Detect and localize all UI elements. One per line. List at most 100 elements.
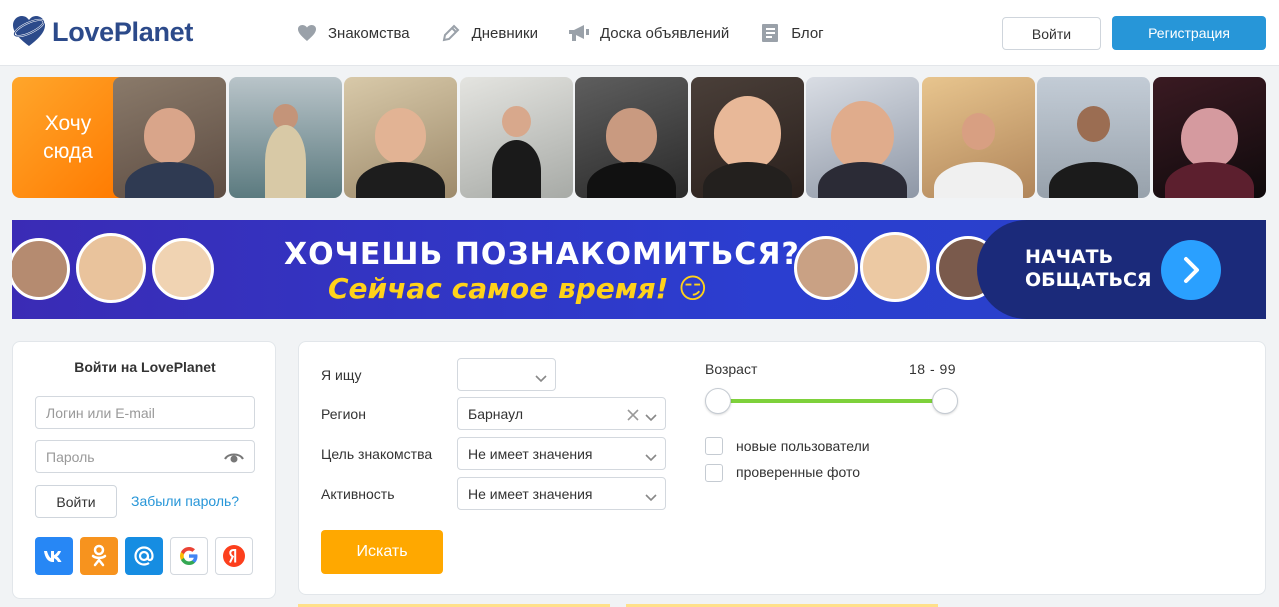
age-label: Возраст	[705, 361, 758, 377]
pencil-icon	[440, 23, 462, 43]
nav-dating-label: Знакомства	[328, 24, 410, 42]
photo-face	[961, 113, 996, 150]
nav-diaries[interactable]: Дневники	[440, 22, 538, 44]
profile-thumb[interactable]	[1037, 77, 1150, 198]
photo-body	[491, 139, 542, 198]
new-users-label: новые пользователи	[736, 438, 870, 454]
chevron-down-icon	[535, 370, 547, 386]
chevron-down-icon	[645, 409, 657, 425]
banner-avatar	[860, 232, 930, 302]
featured-photos-strip: Хочу сюда	[12, 77, 1279, 198]
banner-avatar	[794, 236, 858, 300]
photo-body	[1049, 161, 1138, 198]
ok-login-button[interactable]	[80, 537, 118, 575]
login-submit-button[interactable]: Войти	[35, 485, 117, 518]
mailru-login-button[interactable]	[125, 537, 163, 575]
goal-label: Цель знакомства	[321, 446, 433, 462]
vk-icon	[44, 551, 62, 562]
nav-blog[interactable]: Блог	[759, 22, 824, 44]
profile-thumb[interactable]	[460, 77, 573, 198]
photo-face	[830, 101, 895, 172]
yandex-icon	[223, 545, 245, 567]
region-value: Барнаул	[468, 405, 523, 422]
profile-thumb[interactable]	[806, 77, 919, 198]
search-card: Я ищу Регион Барнаул Цель знакомства Не …	[298, 341, 1266, 595]
logo-text: LovePlanet	[52, 16, 194, 47]
header-login-button[interactable]: Войти	[1002, 17, 1101, 50]
photo-face	[1076, 106, 1111, 143]
want-here-button[interactable]: Хочу сюда	[12, 77, 135, 198]
forgot-password-link[interactable]: Забыли пароль?	[131, 493, 239, 509]
profile-thumb[interactable]	[922, 77, 1035, 198]
yandex-login-button[interactable]	[215, 537, 253, 575]
photo-body	[265, 125, 306, 198]
photo-body	[1165, 161, 1254, 198]
photo-body	[934, 161, 1023, 198]
photo-face	[1181, 108, 1238, 169]
photo-body	[125, 161, 214, 198]
nav-blog-label: Блог	[791, 24, 824, 42]
clear-icon[interactable]	[627, 408, 639, 424]
banner-cta-line2: ОБЩАТЬСЯ	[1025, 269, 1152, 291]
activity-value: Не имеет значения	[468, 485, 593, 502]
google-icon	[180, 547, 198, 565]
profile-thumb[interactable]	[344, 77, 457, 198]
profile-thumb[interactable]	[1153, 77, 1266, 198]
eye-icon[interactable]	[224, 450, 244, 467]
chevron-down-icon	[645, 489, 657, 505]
age-range-track[interactable]	[717, 399, 945, 403]
password-input[interactable]: Пароль	[35, 440, 255, 473]
odnoklassniki-icon	[91, 544, 107, 567]
banner-avatar	[152, 238, 214, 300]
search-button[interactable]: Искать	[321, 530, 443, 574]
profile-thumb[interactable]	[229, 77, 342, 198]
nav-diaries-label: Дневники	[471, 24, 538, 42]
top-header: LovePlanet Знакомства Дневники Доска объ…	[0, 0, 1279, 66]
notebook-icon	[759, 23, 781, 43]
chevron-right-icon[interactable]	[1161, 240, 1221, 300]
nav-board[interactable]: Доска объявлений	[568, 22, 729, 44]
nav-dating[interactable]: Знакомства	[296, 22, 410, 44]
activity-label: Активность	[321, 486, 395, 502]
new-users-checkbox[interactable]	[705, 437, 723, 455]
photo-face	[501, 106, 532, 138]
mailru-icon	[134, 546, 154, 566]
photo-body	[818, 161, 907, 198]
looking-for-select[interactable]	[457, 358, 556, 391]
vk-login-button[interactable]	[35, 537, 73, 575]
age-max-handle[interactable]	[932, 388, 958, 414]
photo-body	[703, 161, 792, 198]
logo[interactable]: LovePlanet	[12, 14, 193, 50]
main-nav: Знакомства Дневники Доска объявлений Бло…	[296, 22, 854, 44]
activity-select[interactable]: Не имеет значения	[457, 477, 666, 510]
photo-face	[713, 96, 782, 172]
banner-cta-line1: НАЧАТЬ	[1025, 246, 1114, 268]
region-label: Регион	[321, 406, 366, 422]
looking-for-label: Я ищу	[321, 367, 362, 383]
register-button[interactable]: Регистрация	[1112, 16, 1266, 50]
banner-title: ХОЧЕШЬ ПОЗНАКОМИТЬСЯ?	[284, 237, 800, 272]
photo-face	[605, 108, 658, 165]
photo-face	[374, 108, 427, 165]
banner-avatar	[12, 238, 70, 300]
banner-cta[interactable]: НАЧАТЬ ОБЩАТЬСЯ	[977, 220, 1266, 319]
verified-photo-label: проверенные фото	[736, 464, 861, 480]
age-min-handle[interactable]	[705, 388, 731, 414]
google-login-button[interactable]	[170, 537, 208, 575]
goal-select[interactable]: Не имеет значения	[457, 437, 666, 470]
profile-thumb[interactable]	[113, 77, 226, 198]
banner-avatar	[76, 233, 146, 303]
profile-thumb[interactable]	[575, 77, 688, 198]
nav-board-label: Доска объявлений	[599, 24, 730, 42]
photo-body	[587, 161, 676, 198]
chevron-down-icon	[645, 449, 657, 465]
region-select[interactable]: Барнаул	[457, 397, 666, 430]
banner-cta-text: НАЧАТЬ ОБЩАТЬСЯ	[1025, 246, 1152, 292]
verified-photo-checkbox[interactable]	[705, 464, 723, 482]
goal-value: Не имеет значения	[468, 445, 593, 462]
login-input[interactable]: Логин или E-mail	[35, 396, 255, 429]
promo-banner[interactable]: ХОЧЕШЬ ПОЗНАКОМИТЬСЯ? Сейчас самое время…	[12, 220, 1266, 319]
profile-thumb[interactable]	[691, 77, 804, 198]
photo-body	[356, 161, 445, 198]
megaphone-icon	[568, 23, 590, 43]
